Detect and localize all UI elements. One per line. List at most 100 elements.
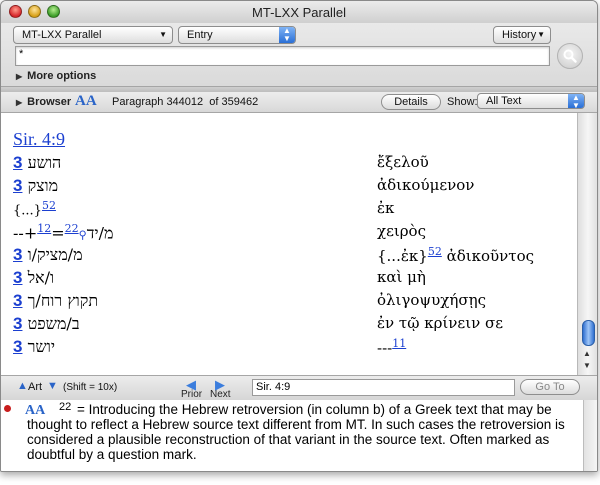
hebrew-equals: = bbox=[51, 223, 65, 243]
browser-bar: ▶ Browser AA Paragraph 344012 of 359462 D… bbox=[1, 92, 597, 113]
scroll-down-icon[interactable]: ▼ bbox=[583, 361, 591, 370]
art-label: Art bbox=[28, 381, 43, 393]
browser-label: Browser bbox=[27, 96, 72, 108]
chevron-down-icon: ▼ bbox=[537, 30, 545, 39]
footnote-link[interactable]: 52 bbox=[428, 245, 442, 258]
paragraph-label: Paragraph bbox=[112, 96, 164, 108]
hebrew-word: ב/משפט bbox=[27, 314, 80, 333]
hebrew-cell: תקוץ רוח/ך 3 bbox=[13, 291, 98, 311]
hebrew-word: {...} bbox=[13, 203, 42, 219]
disclosure-triangle-icon: ▶ bbox=[16, 72, 23, 81]
morph-link[interactable]: 3 bbox=[13, 153, 22, 172]
footnote-link[interactable]: 11 bbox=[392, 337, 406, 350]
greek-cell: ---11 bbox=[377, 337, 406, 357]
greek-cell: ὀλιγοψυχήσῃς bbox=[377, 291, 486, 309]
hebrew-cell: הושע 3 bbox=[13, 153, 61, 173]
morph-link[interactable]: 3 bbox=[13, 291, 22, 310]
art-increase-icon[interactable]: ▼ bbox=[47, 380, 58, 392]
details-button[interactable]: Details bbox=[381, 94, 441, 110]
greek-cell: καὶ μὴ bbox=[377, 268, 426, 286]
history-button[interactable]: History ▼ bbox=[493, 26, 551, 44]
greek-cell: ἐν τῷ κρίνειν σε bbox=[377, 314, 503, 332]
greek-cell: χειρὸς bbox=[377, 222, 426, 240]
show-label: Show: bbox=[447, 96, 478, 108]
show-popup[interactable]: All Text ▲ ▼ bbox=[477, 93, 585, 110]
greek-cell: {...ἐκ}52 ἀδικοῦντος bbox=[377, 245, 534, 265]
goto-input[interactable]: Sir. 4:9 bbox=[252, 379, 515, 396]
greek-word: ἀδικοῦντος bbox=[446, 247, 535, 265]
chevron-down-icon: ▼ bbox=[159, 30, 167, 39]
note-text: = Introducing the Hebrew retroversion (i… bbox=[27, 402, 579, 462]
updown-arrows-icon: ▲ ▼ bbox=[279, 27, 295, 43]
font-size-icon[interactable]: AA bbox=[75, 93, 97, 110]
table-row: --+12=22⚲מ/יד χειρὸς bbox=[1, 222, 577, 244]
title-bar[interactable]: MT-LXX Parallel bbox=[1, 1, 597, 24]
history-button-label: History bbox=[502, 29, 537, 41]
of-label: of bbox=[209, 96, 219, 108]
search-button[interactable] bbox=[557, 43, 583, 69]
greek-prefix: {...ἐκ} bbox=[377, 247, 428, 265]
module-popup[interactable]: MT-LXX Parallel ▼ bbox=[13, 26, 173, 44]
hebrew-cell: --+12=22⚲מ/יד bbox=[13, 222, 113, 243]
greek-cell: ἔξελοῦ bbox=[377, 153, 429, 171]
hebrew-word: מוצק bbox=[27, 176, 59, 195]
greek-prefix: --- bbox=[377, 339, 393, 357]
module-popup-label: MT-LXX Parallel bbox=[22, 29, 102, 41]
note-pane: AA 22 = Introducing the Hebrew retrovers… bbox=[1, 400, 597, 471]
updown-arrows-icon: ▲ ▼ bbox=[568, 94, 584, 110]
paragraph-total: 359462 bbox=[221, 96, 259, 108]
search-input[interactable]: * bbox=[15, 46, 550, 66]
close-note-icon[interactable] bbox=[4, 405, 11, 412]
footnote-link[interactable]: 52 bbox=[42, 199, 56, 212]
greek-cell: ἐκ bbox=[377, 199, 395, 217]
hebrew-word: תקוץ רוח/ך bbox=[27, 291, 99, 310]
paragraph-position: Paragraph 344012 of 359462 bbox=[112, 96, 258, 108]
next-label: Next bbox=[210, 389, 231, 400]
greek-cell: ἀδικούμενον bbox=[377, 176, 475, 194]
goto-input-value: Sir. 4:9 bbox=[256, 381, 291, 393]
magnifier-cursor-icon: ⚲ bbox=[78, 228, 87, 242]
reference-link[interactable]: Sir. 4:9 bbox=[13, 129, 65, 150]
morph-link[interactable]: 3 bbox=[13, 176, 22, 195]
window-title: MT-LXX Parallel bbox=[252, 5, 346, 20]
field-popup-label: Entry bbox=[187, 29, 213, 41]
table-row: הושע 3 ἔξελοῦ bbox=[1, 153, 577, 175]
search-input-value: * bbox=[19, 48, 24, 60]
navigation-bar: ▲ Art ▼ (Shift = 10x) ◀ Prior ▶ Next Sir… bbox=[1, 375, 597, 401]
morph-link[interactable]: 3 bbox=[13, 314, 22, 333]
table-row: תקוץ רוח/ך 3 ὀλιγοψυχήσῃς bbox=[1, 291, 577, 313]
scroll-up-icon[interactable]: ▲ bbox=[583, 349, 591, 358]
hebrew-cell: יושר 3 bbox=[13, 337, 55, 357]
magnifier-icon bbox=[563, 49, 577, 63]
morph-link[interactable]: 3 bbox=[13, 268, 22, 287]
table-row: יושר 3 ---11 bbox=[1, 337, 577, 359]
hebrew-cell: ו/אל 3 bbox=[13, 268, 54, 288]
browser-toggle[interactable]: ▶ Browser bbox=[16, 96, 71, 108]
table-row: ו/אל 3 καὶ μὴ bbox=[1, 268, 577, 290]
shift-hint: (Shift = 10x) bbox=[63, 382, 118, 393]
vertical-scrollbar[interactable]: ▲ ▼ bbox=[577, 113, 597, 375]
note-body: = Introducing the Hebrew retroversion (i… bbox=[27, 402, 565, 462]
hebrew-word: ו/אל bbox=[27, 268, 55, 287]
goto-button[interactable]: Go To bbox=[520, 379, 580, 395]
footnote-link[interactable]: 12 bbox=[37, 222, 51, 235]
morph-link[interactable]: 3 bbox=[13, 337, 22, 356]
morph-link[interactable]: 3 bbox=[13, 245, 22, 264]
hebrew-word: מ/מציק/ו bbox=[27, 245, 83, 264]
art-decrease-icon[interactable]: ▲ bbox=[17, 380, 28, 392]
toolbar: MT-LXX Parallel ▼ Entry ▲ ▼ History ▼ * ▶… bbox=[1, 23, 597, 86]
hebrew-cell: מוצק 3 bbox=[13, 176, 58, 196]
parallel-text-view[interactable]: Sir. 4:9 הושע 3 ἔξελοῦ מוצק 3 ἀδικούμενο… bbox=[1, 113, 577, 375]
more-options-label: More options bbox=[27, 70, 97, 82]
show-popup-value: All Text bbox=[486, 95, 522, 107]
scroll-thumb[interactable] bbox=[582, 320, 595, 346]
hebrew-cell: ב/משפט 3 bbox=[13, 314, 80, 334]
more-options-toggle[interactable]: ▶ More options bbox=[16, 70, 96, 82]
hebrew-cell: {...}52 bbox=[13, 199, 56, 218]
table-row: {...}52 ἐκ bbox=[1, 199, 577, 221]
table-row: מ/מציק/ו 3 {...ἐκ}52 ἀδικοῦντος bbox=[1, 245, 577, 267]
note-scrollbar[interactable] bbox=[583, 400, 597, 471]
paragraph-number: 344012 bbox=[166, 96, 204, 108]
footnote-link[interactable]: 22 bbox=[65, 222, 79, 235]
field-popup[interactable]: Entry ▲ ▼ bbox=[178, 26, 296, 44]
